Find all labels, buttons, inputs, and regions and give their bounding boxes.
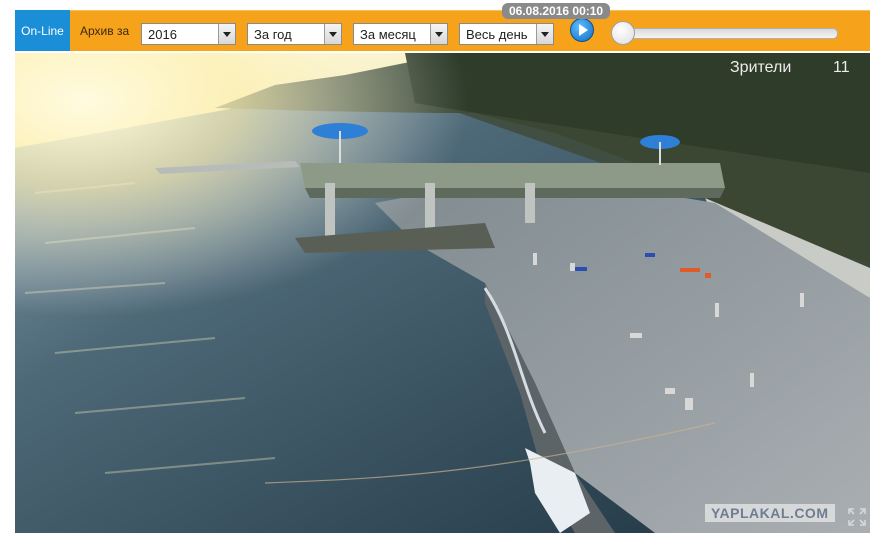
day-select[interactable]: Весь день xyxy=(459,23,554,45)
chevron-down-icon[interactable] xyxy=(324,24,341,44)
period-select[interactable]: За год xyxy=(247,23,342,45)
viewers-label: Зрители xyxy=(730,59,792,76)
year-select[interactable]: 2016 xyxy=(141,23,236,45)
month-select-value: За месяц xyxy=(360,27,416,42)
play-icon[interactable] xyxy=(570,18,594,42)
archive-bar: Архив за 2016 За год За месяц Весь день … xyxy=(70,3,870,51)
expand-icon[interactable] xyxy=(848,508,866,526)
timeline-slider[interactable] xyxy=(622,28,838,39)
watermark: YAPLAKAL.COM xyxy=(705,504,835,522)
video-frame[interactable]: Зрители 11 YAPLAKAL.COM xyxy=(15,53,870,533)
archive-label: Архив за xyxy=(80,24,130,38)
chevron-down-icon[interactable] xyxy=(536,24,553,44)
month-select[interactable]: За месяц xyxy=(353,23,448,45)
timestamp-label: 06.08.2016 00:10 xyxy=(502,3,611,19)
chevron-down-icon[interactable] xyxy=(430,24,447,44)
day-select-value: Весь день xyxy=(466,27,528,42)
year-select-value: 2016 xyxy=(148,27,177,42)
beach-camera-image xyxy=(15,53,870,533)
chevron-down-icon[interactable] xyxy=(218,24,235,44)
period-select-value: За год xyxy=(254,27,292,42)
viewers-count: 11 xyxy=(833,59,850,76)
toolbar: On-Line Архив за 2016 За год За месяц Ве… xyxy=(15,3,870,51)
online-tab[interactable]: On-Line xyxy=(15,10,70,51)
online-tab-label: On-Line xyxy=(21,23,64,38)
timeline-slider-thumb[interactable] xyxy=(611,21,635,45)
